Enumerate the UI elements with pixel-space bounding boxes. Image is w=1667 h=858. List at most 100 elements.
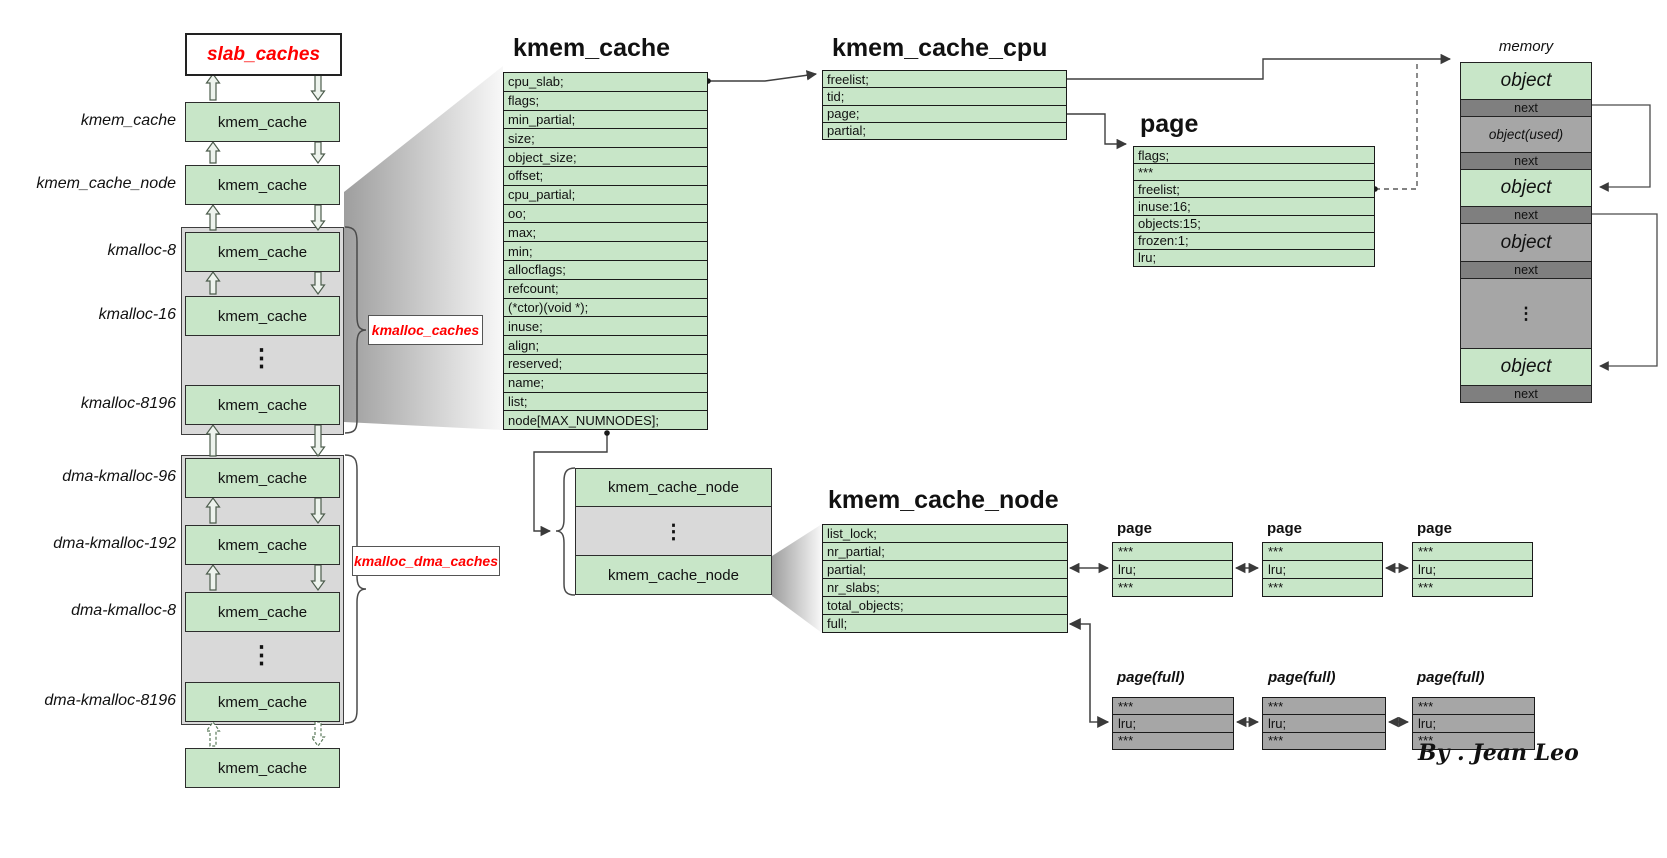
page-label-2: page <box>1267 520 1302 537</box>
chain-box-label: kmem_cache <box>218 308 307 325</box>
struct-field-row: list; <box>504 392 707 411</box>
list-prev-arrow <box>207 272 220 294</box>
struct-field-row: tid; <box>823 87 1066 104</box>
connector-full-to-pagefull1 <box>1070 624 1108 722</box>
kmem-cache-node-struct-title: kmem_cache_node <box>828 486 1059 515</box>
struct-field-row: partial; <box>823 560 1067 578</box>
kmem-cache-struct-title: kmem_cache <box>513 34 670 63</box>
list-prev-arrow <box>207 565 220 590</box>
struct-field-row: (*ctor)(void *); <box>504 298 707 317</box>
page-full-label-2: page(full) <box>1268 669 1336 686</box>
chain-box-tail: kmem_cache <box>185 748 340 788</box>
struct-field-row: nr_partial; <box>823 542 1067 560</box>
list-next-arrow <box>312 498 325 523</box>
connector-cpu-slab-to-kmem-cache-cpu <box>708 74 816 81</box>
struct-field-row: freelist; <box>823 71 1066 87</box>
kmem-cache-node-group: kmem_cache_node ⋮ kmem_cache_node <box>575 468 772 595</box>
connector-page-to-page-struct <box>1063 114 1126 144</box>
author-signature: By . Jean Leo <box>1418 740 1579 766</box>
page-field-row: lru; <box>1413 560 1532 578</box>
page-field-row: *** <box>1113 543 1232 560</box>
list-next-arrow <box>312 565 325 590</box>
page-full-label-1: page(full) <box>1117 669 1185 686</box>
node-group-top: kmem_cache_node <box>576 469 771 506</box>
brace-node-array <box>556 468 575 595</box>
page-field-row: lru; <box>1263 714 1385 731</box>
page-field-row: lru; <box>1113 714 1233 731</box>
struct-field-row: max; <box>504 222 707 241</box>
memory-cell: next <box>1461 152 1591 169</box>
full-page-2: ***lru;*** <box>1262 697 1386 750</box>
page-field-row: lru; <box>1263 560 1382 578</box>
struct-field-row: *** <box>1134 163 1374 180</box>
memory-cell: object <box>1461 169 1591 206</box>
slab-caches-box: slab_caches <box>185 33 342 76</box>
chain-box-kmalloc-8: kmem_cache <box>185 232 340 272</box>
struct-field-row: refcount; <box>504 279 707 298</box>
page-field-row: *** <box>1263 698 1385 714</box>
full-page-1: ***lru;*** <box>1112 697 1234 750</box>
struct-field-row: offset; <box>504 166 707 185</box>
row-label-kmalloc-8196: kmalloc-8196 <box>6 393 176 415</box>
dot-node-array <box>604 430 610 436</box>
page-label-1: page <box>1117 520 1152 537</box>
page-label-3: page <box>1417 520 1452 537</box>
list-next-arrow <box>312 74 325 100</box>
page-field-row: lru; <box>1113 560 1232 578</box>
slab-caches-label: slab_caches <box>207 44 320 66</box>
memory-column: objectnextobject(used)nextobjectnextobje… <box>1460 62 1592 403</box>
chain-box-label: kmem_cache <box>218 244 307 261</box>
struct-field-row: min_partial; <box>504 110 707 129</box>
struct-field-row: cpu_partial; <box>504 185 707 204</box>
row-label-dma-kmalloc-8: dma-kmalloc-8 <box>6 600 176 622</box>
kmem-cache-cpu-struct: freelist;tid;page;partial; <box>822 70 1067 140</box>
kmalloc-ellipsis: ⋮ <box>185 344 338 374</box>
chain-box-dma-kmalloc-8: kmem_cache <box>185 592 340 632</box>
struct-field-row: flags; <box>504 91 707 110</box>
chain-box-label: kmem_cache <box>218 537 307 554</box>
struct-field-row: nr_slabs; <box>823 578 1067 596</box>
kmem-cache-node-struct: list_lock;nr_partial;partial;nr_slabs;to… <box>822 524 1068 633</box>
memory-cell: object <box>1461 348 1591 385</box>
partial-page-3: ***lru;*** <box>1412 542 1533 597</box>
list-prev-arrow <box>207 142 220 163</box>
list-next-arrow <box>312 425 325 456</box>
struct-field-row: inuse:16; <box>1134 197 1374 214</box>
row-label-kmalloc-8: kmalloc-8 <box>6 240 176 262</box>
list-prev-arrow <box>207 205 220 230</box>
page-full-label-3: page(full) <box>1417 669 1485 686</box>
struct-field-row: min; <box>504 241 707 260</box>
row-label-kmalloc-16: kmalloc-16 <box>6 304 176 326</box>
struct-field-row: page; <box>823 105 1066 122</box>
memory-cell: next <box>1461 385 1591 402</box>
page-field-row: *** <box>1263 732 1385 749</box>
row-label-kmem-cache: kmem_cache <box>6 110 176 132</box>
page-field-row: *** <box>1113 732 1233 749</box>
struct-field-row: full; <box>823 614 1067 632</box>
zoom-fan-kmem-cache-node <box>772 524 822 633</box>
kmalloc-caches-tag: kmalloc_caches <box>368 315 483 345</box>
struct-field-row: list_lock; <box>823 525 1067 542</box>
struct-field-row: frozen:1; <box>1134 232 1374 249</box>
page-field-row: *** <box>1263 543 1382 560</box>
chain-box-kmem-cache: kmem_cache <box>185 102 340 142</box>
row-label-dma-kmalloc-192: dma-kmalloc-192 <box>6 533 176 555</box>
list-prev-arrow <box>207 425 220 456</box>
struct-field-row: objects:15; <box>1134 215 1374 232</box>
list-next-arrow <box>312 142 325 163</box>
struct-field-row: name; <box>504 373 707 392</box>
page-field-row: *** <box>1113 578 1232 596</box>
struct-field-row: lru; <box>1134 249 1374 266</box>
memory-cell: object <box>1461 223 1591 261</box>
memory-label: memory <box>1460 38 1592 55</box>
connector-page-freelist-dashed <box>1375 60 1417 189</box>
brace-kmalloc-dma-caches <box>345 455 366 723</box>
page-struct: flags;***freelist;inuse:16;objects:15;fr… <box>1133 146 1375 267</box>
zoom-fan-kmem-cache <box>344 66 503 430</box>
kmalloc-dma-caches-tag: kmalloc_dma_caches <box>352 546 500 576</box>
struct-field-row: freelist; <box>1134 180 1374 197</box>
memory-cell: ⋮ <box>1461 278 1591 348</box>
node-group-bottom: kmem_cache_node <box>576 556 771 594</box>
memory-cell: object(used) <box>1461 116 1591 152</box>
list-next-arrow <box>312 272 325 294</box>
